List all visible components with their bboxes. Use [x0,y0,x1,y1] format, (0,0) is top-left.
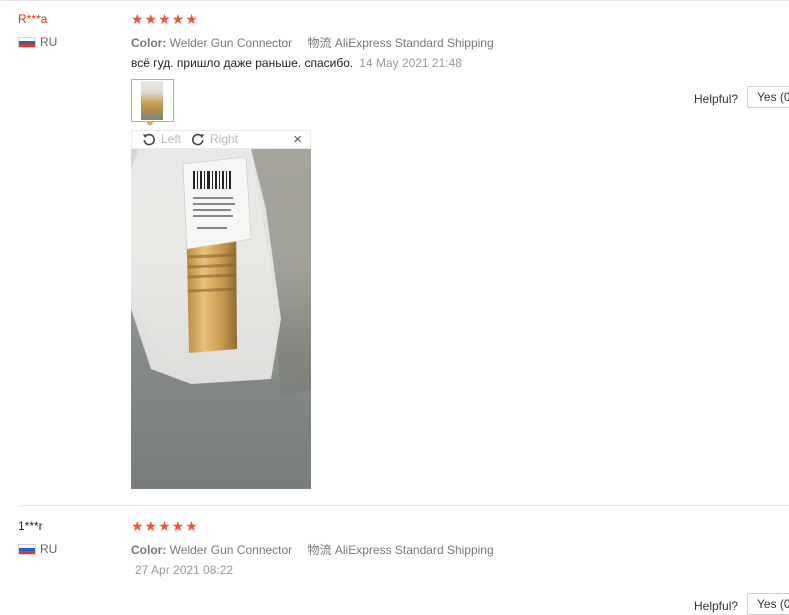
shipping-label: 物流 [307,36,332,50]
reviewer-country: RU [18,542,57,556]
rotate-left-label: Left [161,132,182,146]
color-label: Color: [131,36,167,50]
shipping-label: 物流 [307,543,332,557]
helpful-label: Helpful? [694,599,739,613]
review-date: 27 Apr 2021 08:22 [135,563,234,577]
country-code: RU [40,542,58,556]
rotate-right-button[interactable]: Right [191,132,238,146]
country-code: RU [40,35,58,49]
review-comment: всё гуд. пришло даже раньше. спасибо. 14 … [131,56,462,70]
color-value: Welder Gun Connector [169,36,293,50]
comment-text: всё гуд. пришло даже раньше. спасибо. [131,56,354,70]
rotate-left-icon [142,133,155,146]
thumbnail-pointer [145,121,155,126]
close-icon[interactable]: × [293,131,302,148]
russia-flag-icon [18,36,36,48]
review-photo [131,149,311,489]
review-date: 14 May 2021 21:48 [359,56,462,70]
color-value: Welder Gun Connector [169,543,293,557]
review-attributes: Color: Welder Gun Connector 物流 AliExpres… [131,34,494,51]
top-divider [0,0,789,1]
review-divider [18,505,789,506]
shipping-value: AliExpress Standard Shipping [334,36,494,50]
star-rating: ★★★★★ [131,518,199,534]
image-viewer-toolbar: Left Right × [131,130,311,149]
reviewer-country: RU [18,35,57,49]
rotate-right-label: Right [210,132,239,146]
rotate-left-button[interactable]: Left [142,132,181,146]
helpful-label: Helpful? [694,92,739,106]
rotate-right-icon [192,133,205,146]
review-photo-thumbnail[interactable] [131,79,174,122]
star-rating: ★★★★★ [131,11,199,27]
helpful-yes-button[interactable]: Yes (0) [747,593,789,615]
shipping-value: AliExpress Standard Shipping [334,543,494,557]
russia-flag-icon [18,543,36,555]
reviewer-name: R***a [18,12,48,26]
color-label: Color: [131,543,167,557]
reviewer-name: 1***r [18,519,43,533]
helpful-yes-button[interactable]: Yes (0) [747,86,789,108]
review-attributes: Color: Welder Gun Connector 物流 AliExpres… [131,541,494,558]
